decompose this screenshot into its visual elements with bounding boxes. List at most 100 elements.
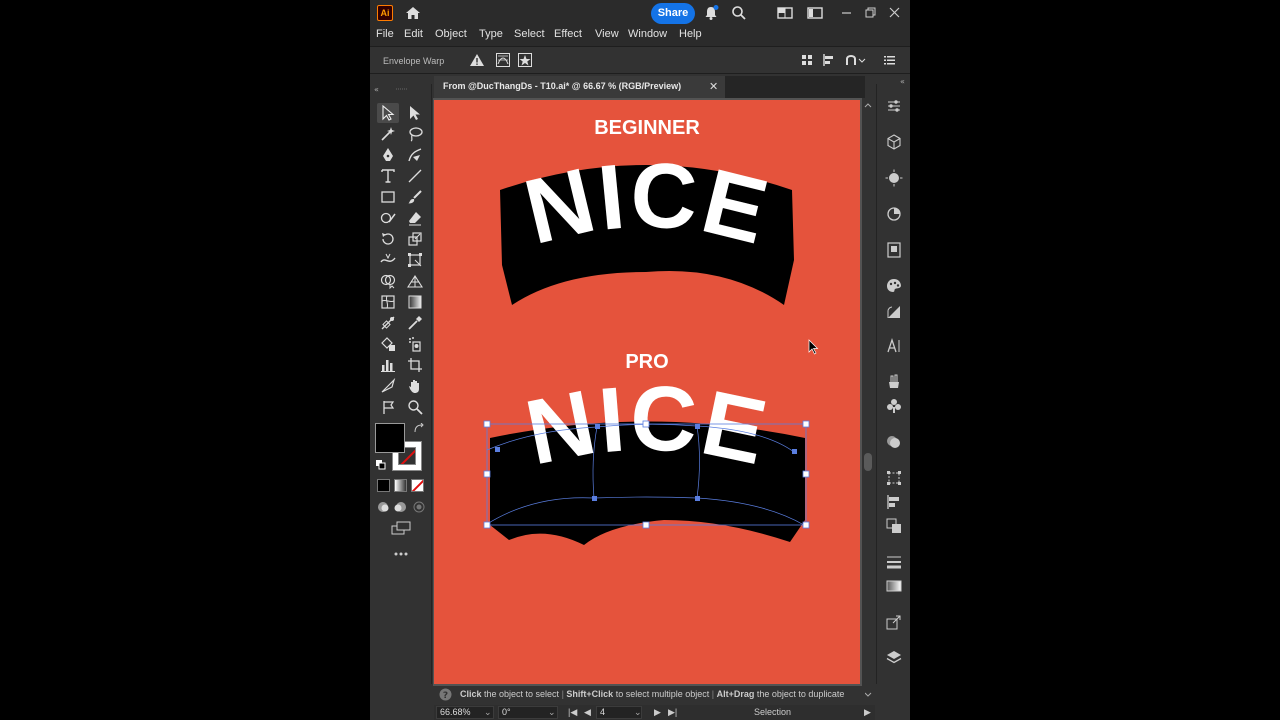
edit-toolbar-more-icon[interactable]: [392, 550, 410, 558]
export-asset-icon[interactable]: [885, 613, 903, 631]
previous-artboard-icon[interactable]: ◀: [584, 707, 591, 718]
scroll-up-icon[interactable]: [864, 102, 872, 108]
menu-type[interactable]: Type: [479, 28, 503, 40]
line-segment-tool-icon[interactable]: [404, 166, 426, 186]
color-mode-button[interactable]: [377, 479, 390, 492]
edit-envelope-icon[interactable]: [495, 52, 513, 70]
lasso-tool-icon[interactable]: [404, 124, 426, 144]
edit-contents-icon[interactable]: [517, 52, 535, 70]
artboard-tool-icon[interactable]: [404, 355, 426, 375]
mesh-tool-icon[interactable]: [377, 292, 399, 312]
menu-file[interactable]: File: [376, 28, 394, 40]
none-mode-button[interactable]: [411, 479, 424, 492]
brushes-icon[interactable]: [885, 373, 903, 391]
vertical-scroll-thumb[interactable]: [864, 453, 872, 471]
column-graph-tool-icon[interactable]: [377, 355, 399, 375]
menu-help[interactable]: Help: [679, 28, 702, 40]
rotation-dropdown-chevron-icon[interactable]: ⌄: [548, 707, 556, 718]
layers-icon[interactable]: [885, 649, 903, 667]
menu-object[interactable]: Object: [435, 28, 467, 40]
selection-tool-icon[interactable]: [377, 103, 399, 123]
menu-edit[interactable]: Edit: [404, 28, 423, 40]
rectangle-tool-icon[interactable]: [377, 187, 399, 207]
notifications-bell-icon[interactable]: [702, 4, 720, 22]
help-icon[interactable]: ?: [439, 688, 452, 701]
tools-panel-collapse-icon[interactable]: «: [370, 84, 432, 94]
align-grid-icon[interactable]: [799, 52, 817, 70]
shape-builder-tool-icon[interactable]: [377, 271, 399, 291]
stroke-icon[interactable]: [885, 553, 903, 571]
color-palette-icon[interactable]: [885, 277, 903, 295]
rotate-tool-icon[interactable]: [377, 229, 399, 249]
properties-menu-icon[interactable]: [881, 52, 899, 70]
live-paint-bucket-tool-icon[interactable]: [377, 334, 399, 354]
snap-magnet-icon[interactable]: [844, 52, 866, 70]
graphic-styles-icon[interactable]: [885, 433, 903, 451]
eyedropper-tool-icon[interactable]: [404, 313, 426, 333]
slice-tool-icon[interactable]: [377, 376, 399, 396]
gradient-mode-button[interactable]: [394, 479, 407, 492]
close-tab-icon[interactable]: ✕: [709, 80, 718, 93]
document-info-icon[interactable]: [885, 241, 903, 259]
next-artboard-icon[interactable]: ▶: [654, 707, 661, 718]
magic-wand-tool-icon[interactable]: [377, 124, 399, 144]
minimize-icon[interactable]: [838, 4, 856, 22]
scroll-down-icon[interactable]: [864, 692, 872, 698]
blend-tool-icon[interactable]: [377, 313, 399, 333]
change-screen-mode-icon[interactable]: [390, 521, 412, 535]
share-button[interactable]: Share: [651, 3, 695, 24]
eraser-tool-icon[interactable]: [404, 208, 426, 228]
vertical-scrollbar[interactable]: [862, 98, 874, 697]
perspective-grid-tool-icon[interactable]: [404, 271, 426, 291]
artwork[interactable]: NICE NICE: [434, 100, 860, 684]
arrange-documents-icon[interactable]: [776, 4, 794, 22]
search-icon[interactable]: [730, 4, 748, 22]
draw-modes-icon[interactable]: [376, 500, 426, 514]
pen-tool-icon[interactable]: [377, 145, 399, 165]
puppet-warp-tool-icon[interactable]: [377, 397, 399, 417]
align-objects-icon[interactable]: [821, 52, 839, 70]
type-tool-icon[interactable]: [377, 166, 399, 186]
close-window-icon[interactable]: [886, 4, 904, 22]
warning-icon[interactable]: [469, 52, 487, 70]
document-tab[interactable]: From @DucThangDs - T10.ai* @ 66.67 % (RG…: [434, 76, 725, 98]
character-icon[interactable]: [885, 337, 903, 355]
free-transform-tool-icon[interactable]: [404, 250, 426, 270]
appearance-icon[interactable]: [885, 169, 903, 187]
pathfinder-icon[interactable]: [885, 517, 903, 535]
menu-window[interactable]: Window: [628, 28, 667, 40]
transparency-icon[interactable]: [885, 303, 903, 321]
gradient-tool-icon[interactable]: [404, 292, 426, 312]
shaper-tool-icon[interactable]: [377, 208, 399, 228]
properties-panel-icon[interactable]: [885, 97, 903, 115]
menu-view[interactable]: View: [595, 28, 619, 40]
home-icon[interactable]: [404, 4, 422, 22]
3d-materials-icon[interactable]: [885, 133, 903, 151]
zoom-dropdown-chevron-icon[interactable]: ⌄: [484, 707, 492, 718]
menu-select[interactable]: Select: [514, 28, 545, 40]
restore-icon[interactable]: [862, 4, 880, 22]
symbols-icon[interactable]: [885, 397, 903, 415]
direct-selection-tool-icon[interactable]: [404, 103, 426, 123]
status-menu-arrow-icon[interactable]: ▶: [864, 707, 871, 718]
workspace-switcher-icon[interactable]: [806, 4, 824, 22]
default-fill-stroke-icon[interactable]: [375, 459, 387, 471]
symbol-sprayer-tool-icon[interactable]: [404, 334, 426, 354]
first-artboard-icon[interactable]: |◀: [568, 707, 577, 718]
width-tool-icon[interactable]: [377, 250, 399, 270]
transform-icon[interactable]: [885, 469, 903, 487]
align-icon[interactable]: [885, 493, 903, 511]
color-guide-icon[interactable]: [885, 205, 903, 223]
scale-tool-icon[interactable]: [404, 229, 426, 249]
artboard-dropdown-chevron-icon[interactable]: ⌄: [634, 707, 642, 718]
curvature-tool-icon[interactable]: [404, 145, 426, 165]
menu-effect[interactable]: Effect: [554, 28, 582, 40]
fill-color-front[interactable]: [375, 423, 405, 453]
status-tool-name[interactable]: Selection: [754, 707, 791, 717]
last-artboard-icon[interactable]: ▶|: [668, 707, 677, 718]
zoom-tool-icon[interactable]: [404, 397, 426, 417]
gradient-panel-icon[interactable]: [885, 577, 903, 595]
paintbrush-tool-icon[interactable]: [404, 187, 426, 207]
swap-fill-stroke-icon[interactable]: [413, 423, 425, 435]
hand-tool-icon[interactable]: [404, 376, 426, 396]
